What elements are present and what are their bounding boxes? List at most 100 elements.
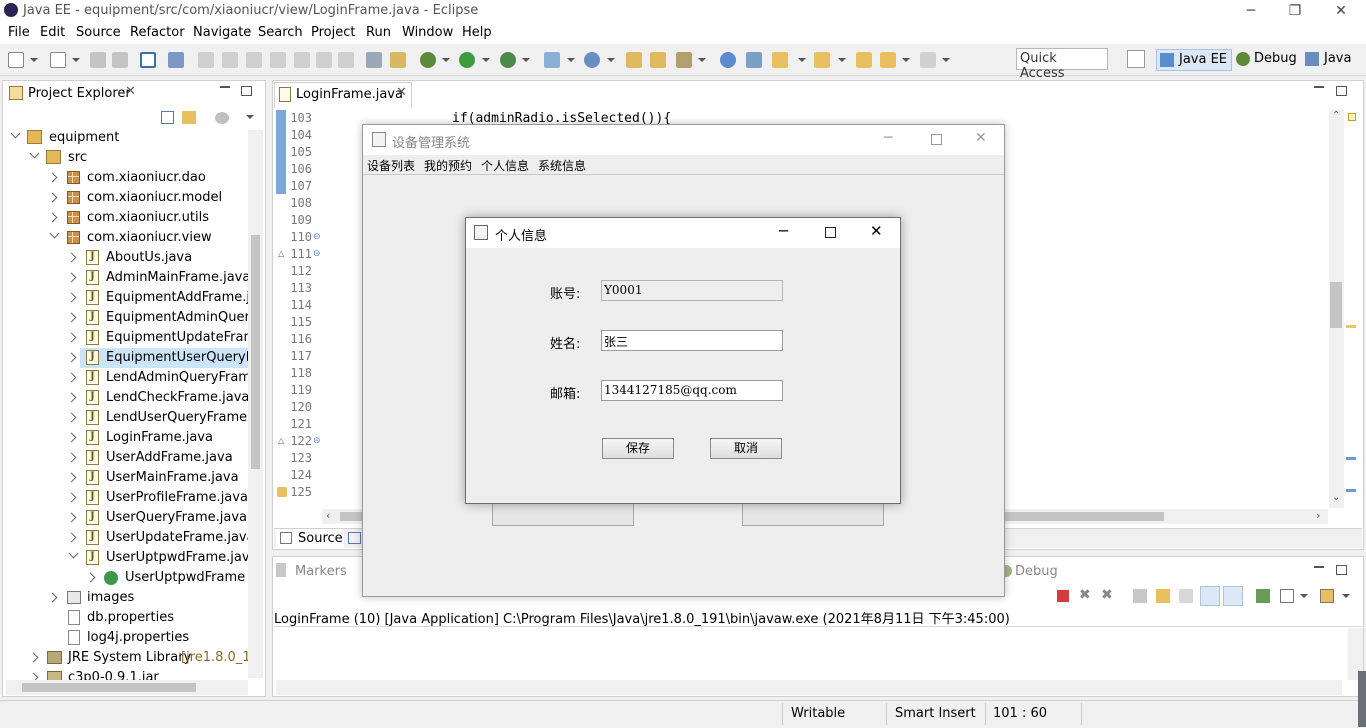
save-all-icon[interactable] xyxy=(112,52,128,68)
chevron-right-icon[interactable] xyxy=(47,172,58,183)
perspective-java[interactable]: Java xyxy=(1302,49,1355,71)
email-field[interactable]: 1344127185@qq.com xyxy=(601,380,783,401)
menu-refactor[interactable]: Refactor xyxy=(130,25,185,40)
overview-ruler-marker[interactable] xyxy=(1346,457,1356,460)
menu-run[interactable]: Run xyxy=(366,25,391,40)
editor-tab[interactable]: LoginFrame.java ✕ xyxy=(274,82,412,108)
step-into-icon[interactable] xyxy=(294,52,310,68)
chevron-right-icon[interactable] xyxy=(66,292,77,303)
last-edit-location-icon[interactable] xyxy=(856,52,872,68)
chevron-right-icon[interactable] xyxy=(66,492,77,503)
minimize-view-icon[interactable] xyxy=(1314,86,1324,88)
minimize-button[interactable]: ─ xyxy=(884,130,892,146)
chevron-down-icon[interactable] xyxy=(442,58,450,62)
open-type-icon[interactable] xyxy=(626,52,642,68)
chevron-right-icon[interactable] xyxy=(66,512,77,523)
use-step-filters-icon[interactable] xyxy=(390,52,406,68)
back-icon[interactable] xyxy=(880,52,896,68)
chevron-down-icon[interactable] xyxy=(1300,594,1308,598)
design-tab-icon[interactable] xyxy=(348,532,361,544)
resume-icon[interactable] xyxy=(198,52,214,68)
menu-file[interactable]: File xyxy=(8,25,30,40)
scrollbar-thumb[interactable] xyxy=(1330,282,1342,328)
terminate-icon[interactable] xyxy=(1057,590,1069,602)
chevron-down-icon[interactable] xyxy=(30,58,38,62)
chevron-right-icon[interactable] xyxy=(66,312,77,323)
status-insert-mode[interactable]: Smart Insert xyxy=(895,706,976,721)
maximize-button[interactable] xyxy=(825,227,836,238)
chevron-down-icon[interactable] xyxy=(942,58,950,62)
close-button[interactable]: ✕ xyxy=(1318,0,1364,22)
close-button[interactable]: ✕ xyxy=(870,222,883,240)
view-menu-icon[interactable] xyxy=(246,115,254,119)
menu-window[interactable]: Window xyxy=(402,25,453,40)
new-icon[interactable] xyxy=(8,52,24,68)
chevron-right-icon[interactable] xyxy=(85,572,96,583)
show-on-stdout-icon[interactable] xyxy=(1200,586,1220,606)
globe-icon[interactable] xyxy=(720,52,736,68)
editor-vertical-scrollbar[interactable]: ⌃ ⌄ xyxy=(1329,110,1344,508)
chevron-right-icon[interactable] xyxy=(66,272,77,283)
menu-system-info[interactable]: 系统信息 xyxy=(538,157,586,174)
project-explorer-tab[interactable]: Project Explorer ✕ xyxy=(4,82,144,104)
markers-tab[interactable]: Markers xyxy=(295,564,347,579)
perspective-java-ee[interactable]: Java EE xyxy=(1156,49,1233,71)
chevron-right-icon[interactable] xyxy=(47,212,58,223)
menu-search[interactable]: Search xyxy=(258,25,303,40)
minimize-view-icon[interactable] xyxy=(1314,566,1324,568)
background-button[interactable] xyxy=(492,503,634,526)
chevron-down-icon[interactable] xyxy=(838,58,846,62)
chevron-right-icon[interactable] xyxy=(66,372,77,383)
quick-access-input[interactable]: Quick Access xyxy=(1016,48,1108,81)
scroll-right-icon[interactable]: › xyxy=(1316,509,1320,522)
console-horizontal-scrollbar[interactable] xyxy=(276,680,1342,695)
scroll-up-icon[interactable]: ⌃ xyxy=(1332,110,1340,121)
chevron-down-icon[interactable] xyxy=(29,148,40,159)
chevron-down-icon[interactable] xyxy=(1342,594,1350,598)
overview-ruler-warning-marker[interactable] xyxy=(1346,325,1356,328)
maximize-view-icon[interactable] xyxy=(241,86,252,96)
chevron-down-icon[interactable] xyxy=(902,58,910,62)
run-external-tool-icon[interactable] xyxy=(500,52,516,68)
remove-all-launches-icon[interactable]: ✖ xyxy=(1101,587,1113,603)
chevron-right-icon[interactable] xyxy=(47,192,58,203)
chevron-right-icon[interactable] xyxy=(66,452,77,463)
overview-ruler-marker[interactable] xyxy=(1346,489,1356,492)
chevron-right-icon[interactable] xyxy=(66,432,77,443)
maximize-view-icon[interactable] xyxy=(1336,565,1347,575)
chevron-right-icon[interactable] xyxy=(66,532,77,543)
chevron-down-icon[interactable] xyxy=(68,548,79,559)
restore-button[interactable]: ❐ xyxy=(1272,0,1318,22)
open-perspective-icon[interactable] xyxy=(1127,50,1145,68)
new-file-icon[interactable] xyxy=(50,52,66,68)
link-with-editor-icon[interactable] xyxy=(182,111,196,124)
menu-device-list[interactable]: 设备列表 xyxy=(367,157,415,174)
chevron-right-icon[interactable] xyxy=(66,252,77,263)
scroll-left-icon[interactable]: ‹ xyxy=(326,509,330,522)
debug-tab[interactable]: Debug xyxy=(1015,564,1058,579)
chevron-right-icon[interactable] xyxy=(66,332,77,343)
perspective-debug[interactable]: Debug xyxy=(1232,49,1301,71)
focus-workspace-icon[interactable] xyxy=(215,112,229,124)
menu-my-reservations[interactable]: 我的预约 xyxy=(424,157,472,174)
chevron-down-icon[interactable] xyxy=(482,58,490,62)
chevron-down-icon[interactable] xyxy=(522,58,530,62)
scroll-lock-icon[interactable] xyxy=(1156,589,1170,603)
menu-navigate[interactable]: Navigate xyxy=(193,25,251,40)
tree-horizontal-scrollbar[interactable] xyxy=(6,680,248,695)
scrollbar-thumb[interactable] xyxy=(22,683,196,692)
collapse-all-icon[interactable] xyxy=(161,111,174,124)
save-icon[interactable] xyxy=(90,52,106,68)
tree-vertical-scrollbar[interactable] xyxy=(248,130,263,678)
chevron-right-icon[interactable] xyxy=(47,592,58,603)
chevron-right-icon[interactable] xyxy=(28,652,39,663)
save-button[interactable]: 保存 xyxy=(602,438,674,459)
chevron-down-icon[interactable] xyxy=(698,58,706,62)
maximize-button[interactable] xyxy=(931,134,942,145)
scroll-down-icon[interactable]: ⌄ xyxy=(1332,492,1340,503)
scrollbar-thumb[interactable] xyxy=(251,235,260,469)
open-task-icon[interactable] xyxy=(676,52,692,68)
pin-console-icon[interactable] xyxy=(1256,589,1270,603)
word-wrap-icon[interactable] xyxy=(1179,589,1193,603)
maximize-view-icon[interactable] xyxy=(1336,86,1347,96)
